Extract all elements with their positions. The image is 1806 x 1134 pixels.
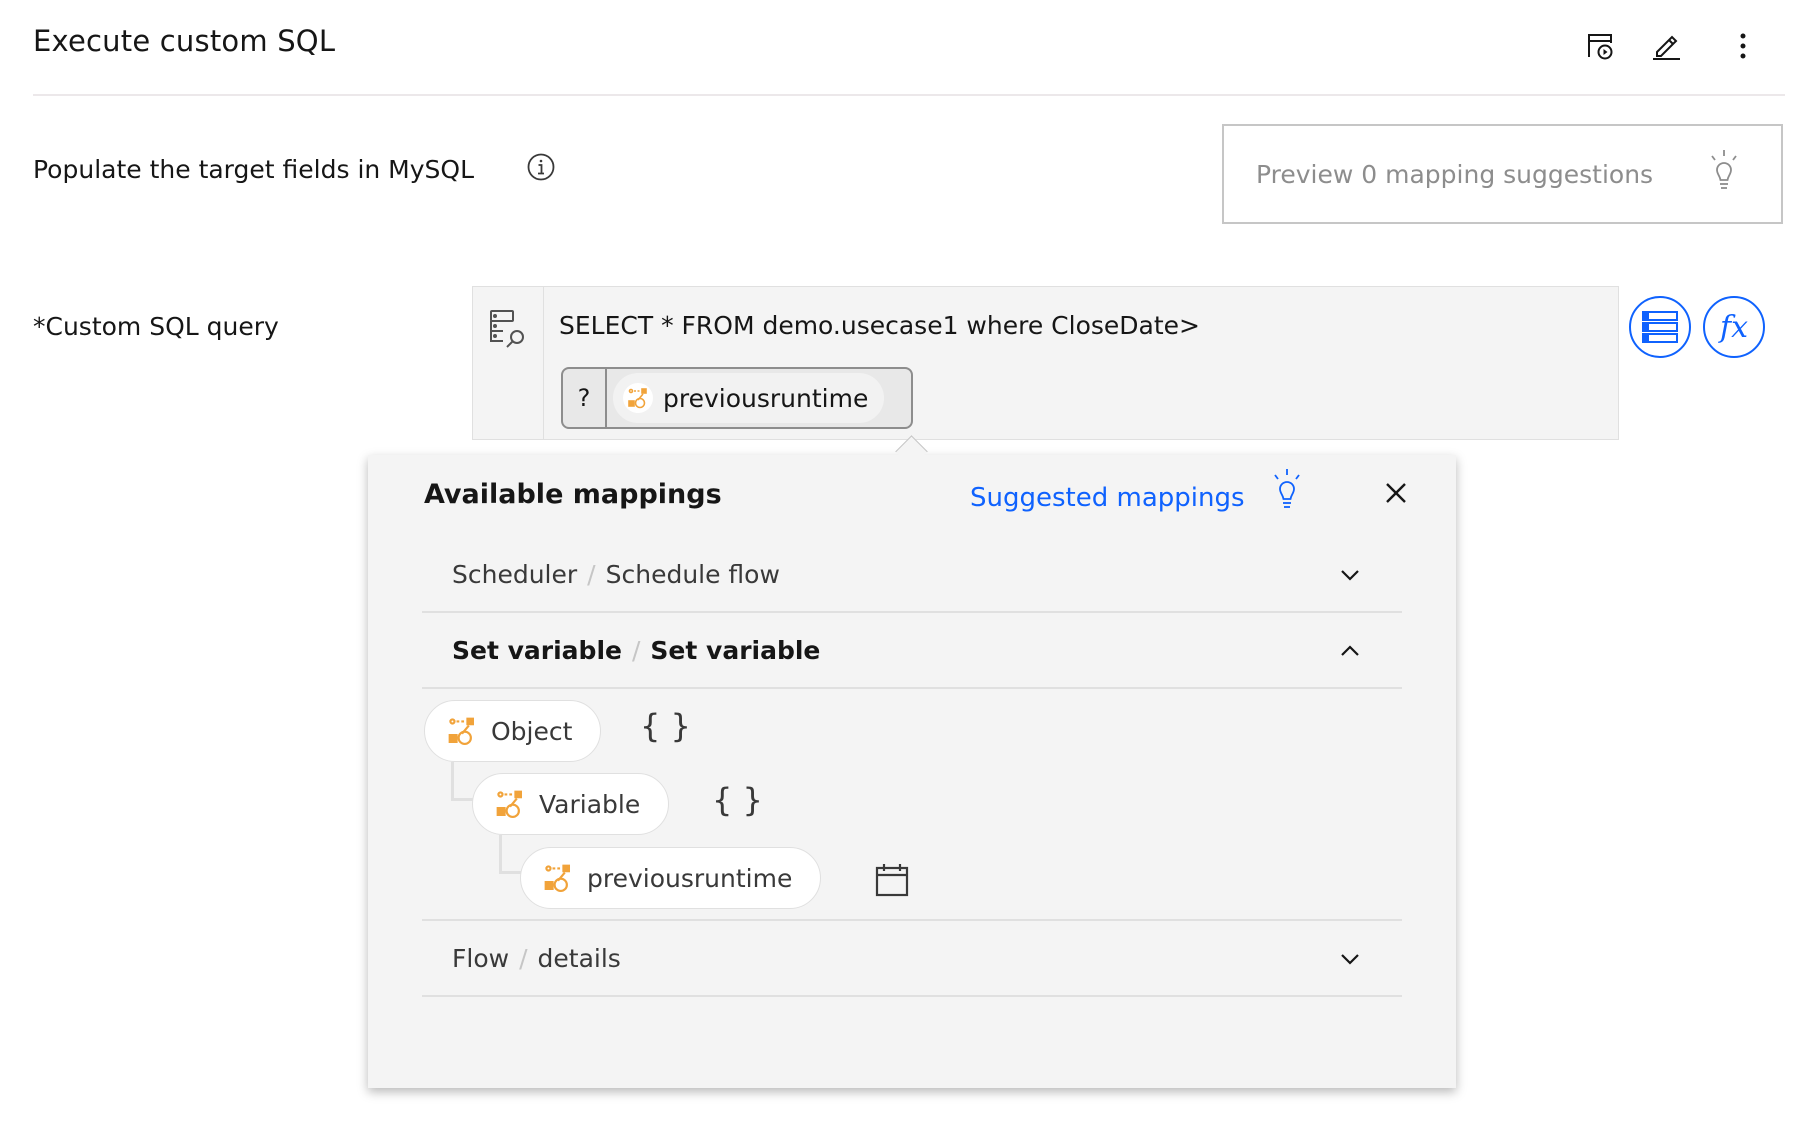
edit-button[interactable] <box>1648 28 1684 64</box>
chip-label: previousruntime <box>663 383 869 413</box>
function-button[interactable]: fx <box>1703 296 1765 358</box>
database-search-icon <box>490 310 524 348</box>
section-child: Set variable <box>650 635 821 665</box>
chip-pill[interactable]: previousruntime <box>613 373 885 423</box>
chip-prefix: ? <box>563 369 607 427</box>
accordion-label: Flow / details <box>452 943 621 973</box>
run-schedule-icon <box>1588 34 1613 60</box>
populate-label: Populate the target fields in MySQL <box>33 155 475 184</box>
node-label: Object <box>491 716 573 746</box>
accordion-label: Scheduler / Schedule flow <box>452 559 780 589</box>
mapping-chip[interactable]: ? previousruntime <box>561 367 913 429</box>
accordion-label: Set variable / Set variable <box>452 635 821 665</box>
accordion-set-variable[interactable]: Set variable / Set variable <box>422 613 1402 689</box>
preview-suggestions-label: Preview 0 mapping suggestions <box>1256 159 1654 189</box>
node-icon <box>448 717 474 746</box>
section-parent: Flow <box>452 943 510 973</box>
tree-node-variable[interactable]: Variable <box>472 773 670 835</box>
preview-suggestions-button[interactable]: Preview 0 mapping suggestions <box>1222 124 1783 224</box>
popup-title: Available mappings <box>424 479 722 510</box>
information-button[interactable] <box>526 152 556 182</box>
lightbulb-icon <box>1707 148 1741 198</box>
chevron-up-icon <box>1341 645 1359 656</box>
suggested-lightbulb-icon <box>1270 467 1304 517</box>
tree-connector <box>499 835 524 874</box>
close-button[interactable] <box>1378 475 1414 511</box>
object-type-icon: { } <box>640 707 691 745</box>
suggested-mappings-link[interactable]: Suggested mappings <box>970 483 1245 513</box>
variable-type-icon: { } <box>712 781 763 819</box>
overflow-menu-icon <box>1740 33 1746 59</box>
calendar-icon <box>875 864 909 897</box>
section-child: Schedule flow <box>605 559 780 589</box>
tree-node-previousruntime[interactable]: previousruntime <box>520 847 822 909</box>
section-child: details <box>537 943 621 973</box>
data-mapping-button[interactable] <box>1629 296 1691 358</box>
available-mappings-popup: Available mappings Suggested mappings Sc… <box>368 455 1456 1088</box>
header-divider <box>33 94 1785 96</box>
custom-sql-input[interactable]: SELECT * FROM demo.usecase1 where CloseD… <box>472 286 1619 440</box>
page-title: Execute custom SQL <box>33 24 336 58</box>
tree-node-object[interactable]: Object <box>424 700 602 762</box>
function-icon: fx <box>1719 309 1749 345</box>
node-icon <box>544 864 570 893</box>
custom-sql-label: *Custom SQL query <box>33 312 279 341</box>
overflow-menu-button[interactable] <box>1725 28 1761 64</box>
accordion-flow-details[interactable]: Flow / details <box>422 921 1402 997</box>
chevron-down-icon <box>1341 570 1359 581</box>
node-label: previousruntime <box>587 863 793 893</box>
node-icon <box>496 790 522 819</box>
data-mapping-icon <box>1642 311 1678 343</box>
close-icon <box>1386 483 1406 503</box>
sql-icon-column <box>473 287 544 439</box>
sql-query-text: SELECT * FROM demo.usecase1 where CloseD… <box>559 311 1200 340</box>
information-icon <box>527 153 555 181</box>
section-parent: Set variable <box>452 635 622 665</box>
accordion-scheduler[interactable]: Scheduler / Schedule flow <box>422 537 1402 613</box>
node-icon <box>623 383 653 413</box>
section-parent: Scheduler <box>452 559 578 589</box>
run-schedule-button[interactable] <box>1582 28 1618 64</box>
chevron-down-icon <box>1341 954 1359 965</box>
node-label: Variable <box>539 789 641 819</box>
edit-icon <box>1653 35 1680 60</box>
